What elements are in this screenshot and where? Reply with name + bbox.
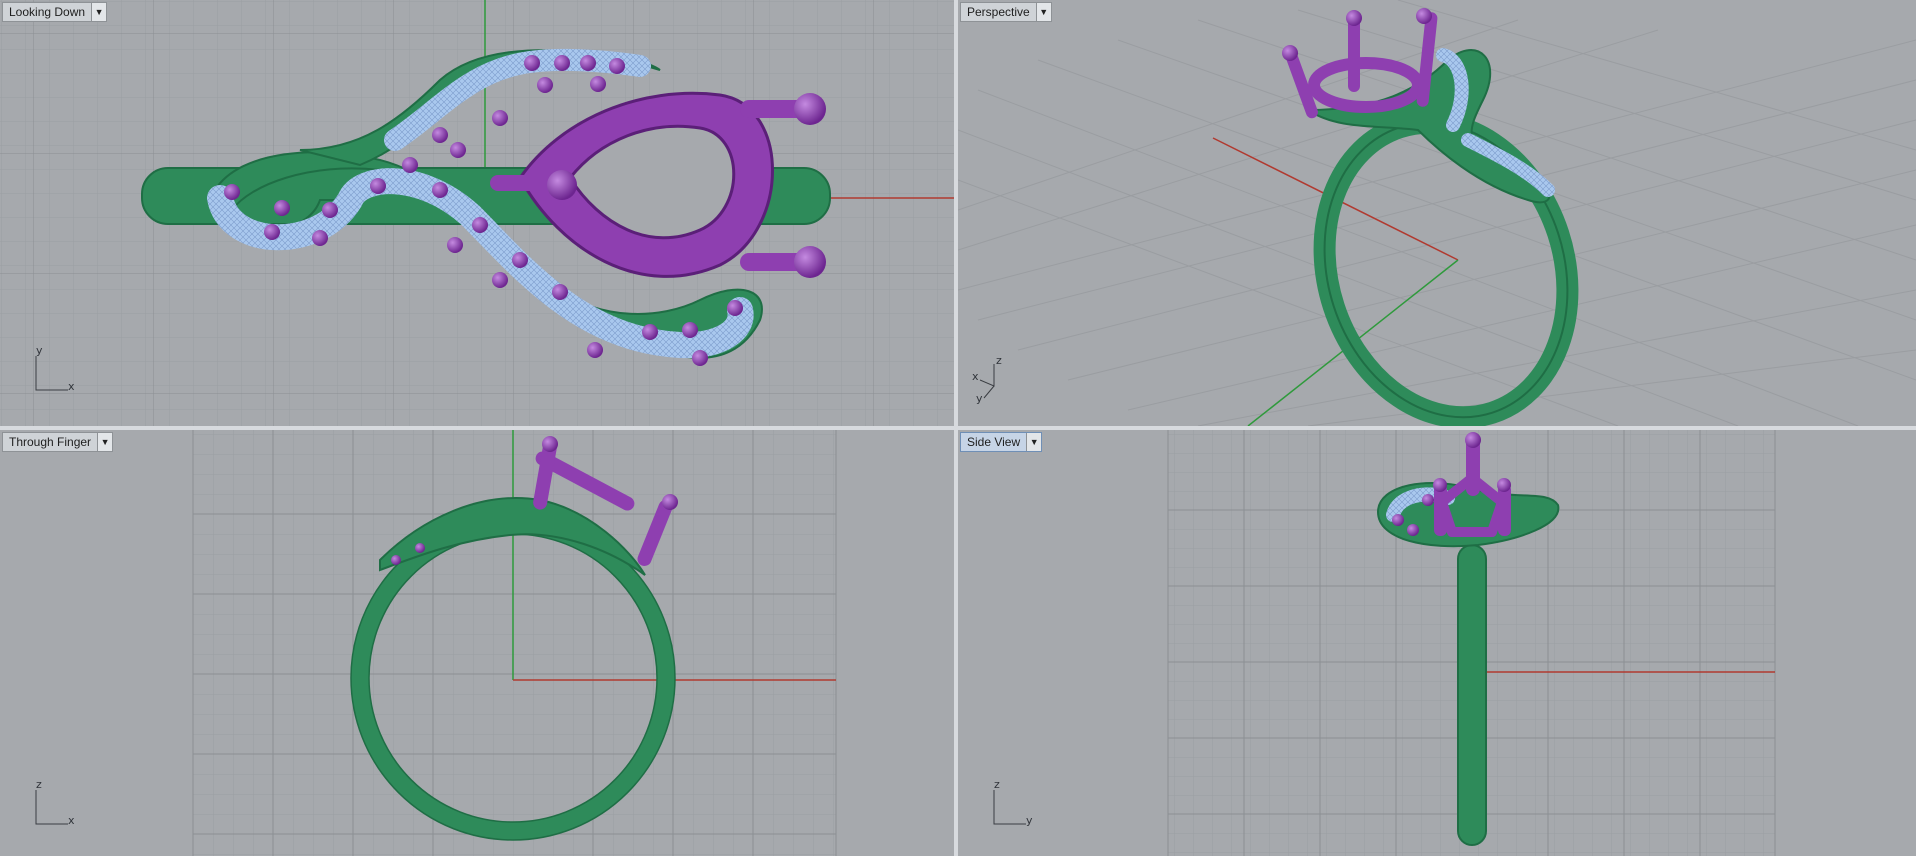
axis-label-z: z — [994, 778, 1000, 791]
perspective-grid — [958, 0, 1916, 426]
prong-tip — [1282, 45, 1298, 61]
viewport-title[interactable]: Looking Down — [3, 3, 91, 21]
viewport-looking-down[interactable]: Looking Down ▼ y x — [0, 0, 954, 426]
dropdown-arrow-icon[interactable]: ▼ — [97, 433, 113, 451]
axis-label-y: y — [976, 392, 983, 405]
prong-tip — [794, 246, 826, 278]
dropdown-arrow-icon[interactable]: ▼ — [91, 3, 107, 21]
viewport-canvas-top[interactable] — [0, 0, 954, 426]
axis-triad: z y — [990, 778, 1040, 833]
prong-tip — [662, 494, 678, 510]
bead-prong — [1422, 494, 1434, 506]
axis-label-x: x — [68, 380, 75, 393]
viewport-label[interactable]: Looking Down ▼ — [2, 2, 108, 22]
dropdown-arrow-icon[interactable]: ▼ — [1035, 3, 1051, 21]
grid-minor — [193, 430, 836, 856]
dropdown-arrow-icon[interactable]: ▼ — [1026, 433, 1042, 451]
ring-model-perspective[interactable] — [1282, 8, 1605, 426]
viewport-title[interactable]: Side View — [961, 433, 1026, 451]
bead-prong — [415, 543, 425, 553]
axis-label-z: z — [36, 778, 42, 791]
prong-tip — [1346, 10, 1362, 26]
prong-tip — [542, 436, 558, 452]
bead-prong — [391, 555, 401, 565]
prong-tip — [1465, 432, 1481, 448]
viewport-label[interactable]: Through Finger ▼ — [2, 432, 114, 452]
viewport-canvas-front[interactable] — [0, 430, 954, 856]
prong-tip — [1497, 478, 1511, 492]
bead-prong — [1392, 514, 1404, 526]
viewport-label[interactable]: Perspective ▼ — [960, 2, 1052, 22]
axis-label-z: z — [996, 354, 1002, 367]
axis-label-x: x — [68, 814, 75, 827]
axis-label-y: y — [1026, 814, 1033, 827]
axis-triad: y x — [32, 344, 82, 399]
viewport-label[interactable]: Side View ▼ — [960, 432, 1043, 452]
pear-setting-head — [1308, 57, 1424, 113]
prong-tip — [1433, 478, 1447, 492]
axis-triad: z x — [32, 778, 82, 833]
viewport-side-view[interactable]: Side View ▼ z y — [958, 430, 1916, 856]
prong-tip — [794, 93, 826, 125]
viewport-through-finger[interactable]: Through Finger ▼ z x — [0, 430, 954, 856]
viewport-canvas-side[interactable] — [958, 430, 1916, 856]
prong-tip — [1416, 8, 1432, 24]
axis-label-y: y — [36, 344, 43, 357]
axis-label-x: x — [972, 370, 979, 383]
viewport-title[interactable]: Through Finger — [3, 433, 97, 451]
viewport-title[interactable]: Perspective — [961, 3, 1036, 21]
viewport-canvas-perspective[interactable] — [958, 0, 1916, 426]
prong-tip — [547, 170, 577, 200]
viewport-perspective[interactable]: Perspective ▼ z x y — [958, 0, 1916, 426]
ring-shank — [1457, 544, 1487, 846]
bead-prong — [1407, 524, 1419, 536]
axis-triad: z x y — [970, 354, 1020, 409]
